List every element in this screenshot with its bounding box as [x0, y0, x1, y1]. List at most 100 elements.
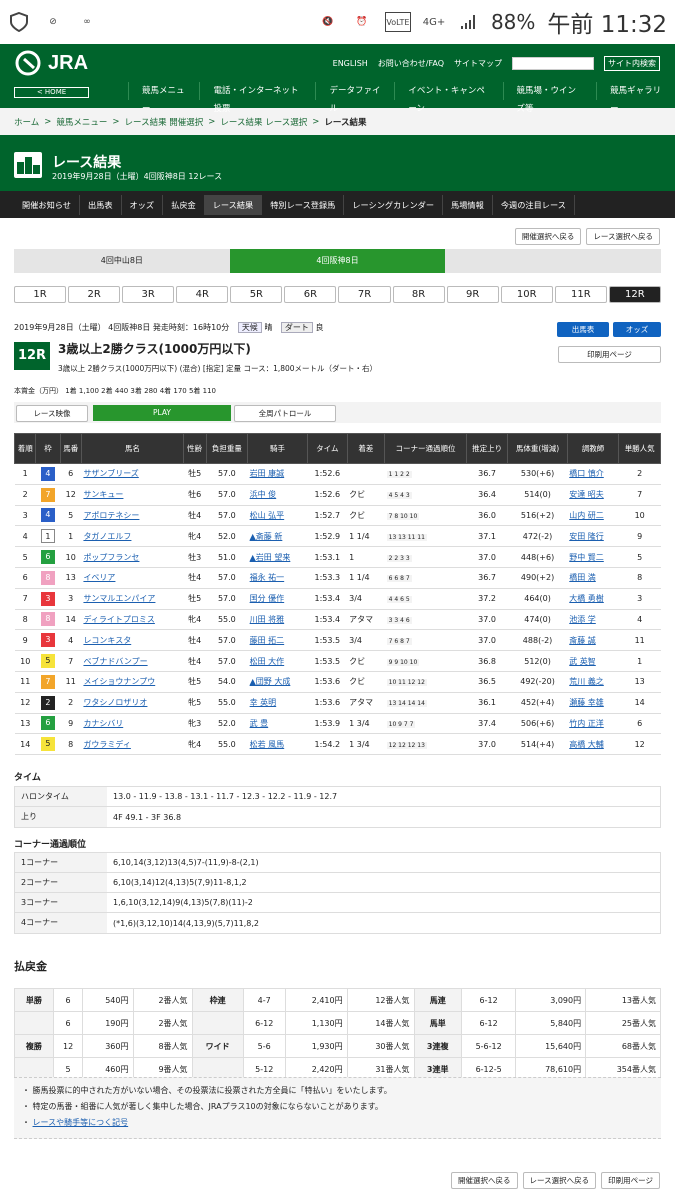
- race-button-2[interactable]: 2R: [68, 286, 121, 303]
- race-button-12[interactable]: 12R: [608, 286, 661, 303]
- subnav-results[interactable]: レース結果: [204, 194, 263, 215]
- odds-button[interactable]: オッズ: [613, 322, 661, 337]
- cell: 13: [65, 573, 76, 583]
- cell: 2: [22, 490, 28, 500]
- faq-link[interactable]: お問い合わせ/FAQ: [378, 58, 444, 69]
- cell: 9: [68, 718, 74, 728]
- cell: 13: [634, 677, 645, 687]
- waku-badge: 3: [40, 633, 55, 648]
- clock: 午前 11:32: [547, 12, 667, 38]
- podium-icon: [14, 152, 42, 178]
- race-button-4[interactable]: 4R: [176, 286, 229, 303]
- sitemap-link[interactable]: サイトマップ: [454, 58, 502, 69]
- cell: 7: [68, 656, 74, 666]
- jockey-link: 岩田 康誠: [249, 469, 285, 479]
- race-button-1[interactable]: 1R: [14, 286, 67, 303]
- note-plus10: 特定の馬番・組番に人気が著しく集中した場合、JRAプラス10の対象にならないこと…: [32, 1102, 383, 1111]
- nav-keiba-menu[interactable]: 競馬メニュー: [128, 82, 199, 114]
- cell: 3/4: [349, 594, 363, 604]
- race-button-10[interactable]: 10R: [500, 286, 553, 303]
- nav-courses[interactable]: 競馬場・ウインズ等: [502, 82, 597, 114]
- table-row: 11 7 11 メイショウナンプウ 牡5 54.0 ▲団野 大成 1:53.6 クビ 10 11 …: [14, 671, 661, 693]
- race-button-9[interactable]: 9R: [446, 286, 499, 303]
- race-button-8[interactable]: 8R: [392, 286, 445, 303]
- subnav-odds[interactable]: オッズ: [122, 194, 164, 215]
- cell: 1 1/4: [349, 531, 370, 541]
- subnav-special[interactable]: 特別レース登録馬: [262, 194, 345, 215]
- crumb-meet[interactable]: レース結果 開催選択: [125, 116, 204, 128]
- race-button-5[interactable]: 5R: [230, 286, 283, 303]
- footer-back-meet[interactable]: 開催選択へ戻る: [451, 1172, 518, 1189]
- subnav-calendar[interactable]: レーシングカレンダー: [344, 194, 444, 215]
- note-symbols-link[interactable]: レースや騎手等につく記号: [33, 1118, 129, 1127]
- corner-row: 4コーナー (*1,6)(3,12,10)14(4,13,9)(5,7)11,8,…: [15, 913, 660, 933]
- col-header: 馬番: [59, 433, 82, 464]
- jockey-link: 松田 大作: [249, 656, 285, 666]
- subnav-focus[interactable]: 今週の注目レース: [493, 194, 575, 215]
- shutuba-button[interactable]: 出馬表: [557, 322, 609, 337]
- subnav-track[interactable]: 馬場情報: [443, 194, 493, 215]
- waku-badge: 4: [40, 466, 55, 481]
- print-button[interactable]: 印刷用ページ: [558, 346, 661, 363]
- notes-box: ・ 勝馬投票に的中された方がいない場合、その投票法に投票された方全員に「特払い」…: [14, 1077, 661, 1139]
- home-button[interactable]: < HOME: [14, 87, 89, 98]
- cell: 36.1: [478, 698, 496, 708]
- jra-logo[interactable]: JRA: [14, 50, 88, 76]
- nav-vote[interactable]: 電話・インターネット投票: [199, 82, 315, 114]
- cell: 4: [68, 635, 74, 645]
- nav-datafile[interactable]: データファイル: [315, 82, 394, 114]
- site-search-input[interactable]: [512, 57, 594, 70]
- back-meet-button[interactable]: 開催選択へ戻る: [514, 228, 582, 245]
- cell: 12: [20, 698, 31, 708]
- jockey-link: 浜中 俊: [249, 490, 277, 500]
- 4g-icon: 4G+: [422, 16, 446, 28]
- cell: 474(0): [524, 614, 551, 624]
- cell: 1:53.3: [314, 573, 341, 583]
- nav-events[interactable]: イベント・キャンペーン: [394, 82, 502, 114]
- table-row: 10 5 7 ベブナドバンプー 牡4 57.0 松田 大作 1:53.5 クビ 9 9 10 10…: [14, 650, 661, 672]
- col-header: 馬名: [80, 433, 184, 464]
- cell: 10: [20, 656, 31, 666]
- subnav-payout[interactable]: 払戻金: [163, 194, 205, 215]
- cell: 8: [637, 573, 643, 583]
- col-header: 馬体重(増減): [507, 433, 568, 464]
- race-button-7[interactable]: 7R: [338, 286, 391, 303]
- horse-link: ワタシノロザリオ: [83, 698, 148, 708]
- site-search-button[interactable]: サイト内検索: [604, 56, 660, 71]
- col-header: 調教師: [566, 433, 620, 464]
- english-link[interactable]: ENGLISH: [333, 59, 368, 68]
- corner-positions: 10 9 7 7: [386, 720, 416, 728]
- cell: 506(+6): [520, 718, 555, 728]
- cell: 8: [22, 614, 28, 624]
- nav-gallery[interactable]: 競馬ギャラリー: [596, 82, 675, 114]
- horse-link: サンキュー: [83, 490, 124, 500]
- jockey-link: 松若 風馬: [249, 739, 285, 749]
- back-race-button[interactable]: レース選択へ戻る: [586, 228, 660, 245]
- battery-percent: 88%: [490, 10, 536, 34]
- race-button-3[interactable]: 3R: [122, 286, 175, 303]
- race-button-11[interactable]: 11R: [554, 286, 607, 303]
- crumb-home[interactable]: ホーム: [14, 116, 39, 128]
- subnav-notice[interactable]: 開催お知らせ: [14, 194, 80, 215]
- race-video-button[interactable]: レース映像: [16, 405, 88, 422]
- cell: 37.4: [478, 718, 496, 728]
- shield-icon: [8, 12, 30, 32]
- subnav-entries[interactable]: 出馬表: [80, 194, 122, 215]
- cell: 37.0: [478, 635, 496, 645]
- agari-time: 4F 49.1 - 3F 36.8: [113, 812, 182, 822]
- patrol-button[interactable]: 全周パトロール: [234, 405, 336, 422]
- table-row: 7 3 3 サンマルエンパイア 牡5 57.0 国分 優作 1:53.4 3/4 4 4 6 5 3…: [14, 588, 661, 610]
- play-button[interactable]: PLAY: [93, 405, 231, 421]
- cell: 1:53.6: [314, 677, 341, 687]
- horse-link: サザンブリーズ: [83, 469, 139, 479]
- tab-hanshin[interactable]: 4回阪神8日: [229, 249, 446, 273]
- footer-print[interactable]: 印刷用ページ: [601, 1172, 660, 1189]
- crumb-menu[interactable]: 競馬メニュー: [56, 116, 107, 128]
- crumb-race[interactable]: レース結果 レース選択: [220, 116, 307, 128]
- cell: 1:52.7: [314, 510, 341, 520]
- horse-link: レコンキスタ: [83, 635, 132, 645]
- tab-nakayama[interactable]: 4回中山8日: [14, 249, 230, 273]
- race-button-6[interactable]: 6R: [284, 286, 337, 303]
- horse-link: アポロテネシー: [83, 510, 140, 520]
- footer-back-race[interactable]: レース選択へ戻る: [522, 1172, 597, 1189]
